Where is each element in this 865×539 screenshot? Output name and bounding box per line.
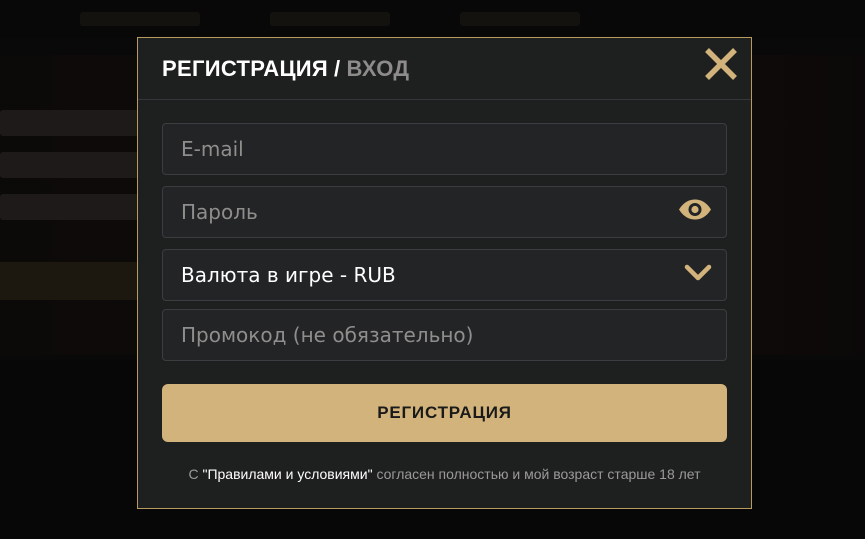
close-icon [705,48,737,80]
terms-suffix: согласен полностью и мой возраст старше … [376,466,701,482]
tab-login[interactable]: ВХОД [346,56,409,81]
email-input[interactable] [181,137,661,161]
currency-value: Валюта в игре - RUB [181,263,396,287]
registration-modal: РЕГИСТРАЦИЯ/ВХОД Валюта в игре - RUB [137,37,752,509]
password-input[interactable] [181,200,661,224]
chevron-down-icon [684,264,712,281]
promo-field[interactable] [162,309,727,361]
tab-register[interactable]: РЕГИСТРАЦИЯ [162,56,328,81]
currency-dropdown-toggle[interactable] [684,263,712,287]
eye-icon [679,199,711,220]
terms-link[interactable]: "Правилами и условиями" [202,466,372,482]
password-field[interactable] [162,186,727,238]
email-field[interactable] [162,123,727,175]
terms-text: С "Правилами и условиями" согласен полно… [138,466,751,482]
register-submit-button[interactable]: РЕГИСТРАЦИЯ [162,384,727,442]
title-separator: / [334,55,341,81]
terms-prefix: С [188,466,199,482]
modal-header: РЕГИСТРАЦИЯ / ВХОД [138,38,751,100]
modal-title: РЕГИСТРАЦИЯ / ВХОД [162,56,409,82]
close-button[interactable] [703,46,739,82]
password-toggle-button[interactable] [678,199,712,226]
promo-input[interactable] [181,323,661,347]
currency-select[interactable]: Валюта в игре - RUB [162,249,727,301]
